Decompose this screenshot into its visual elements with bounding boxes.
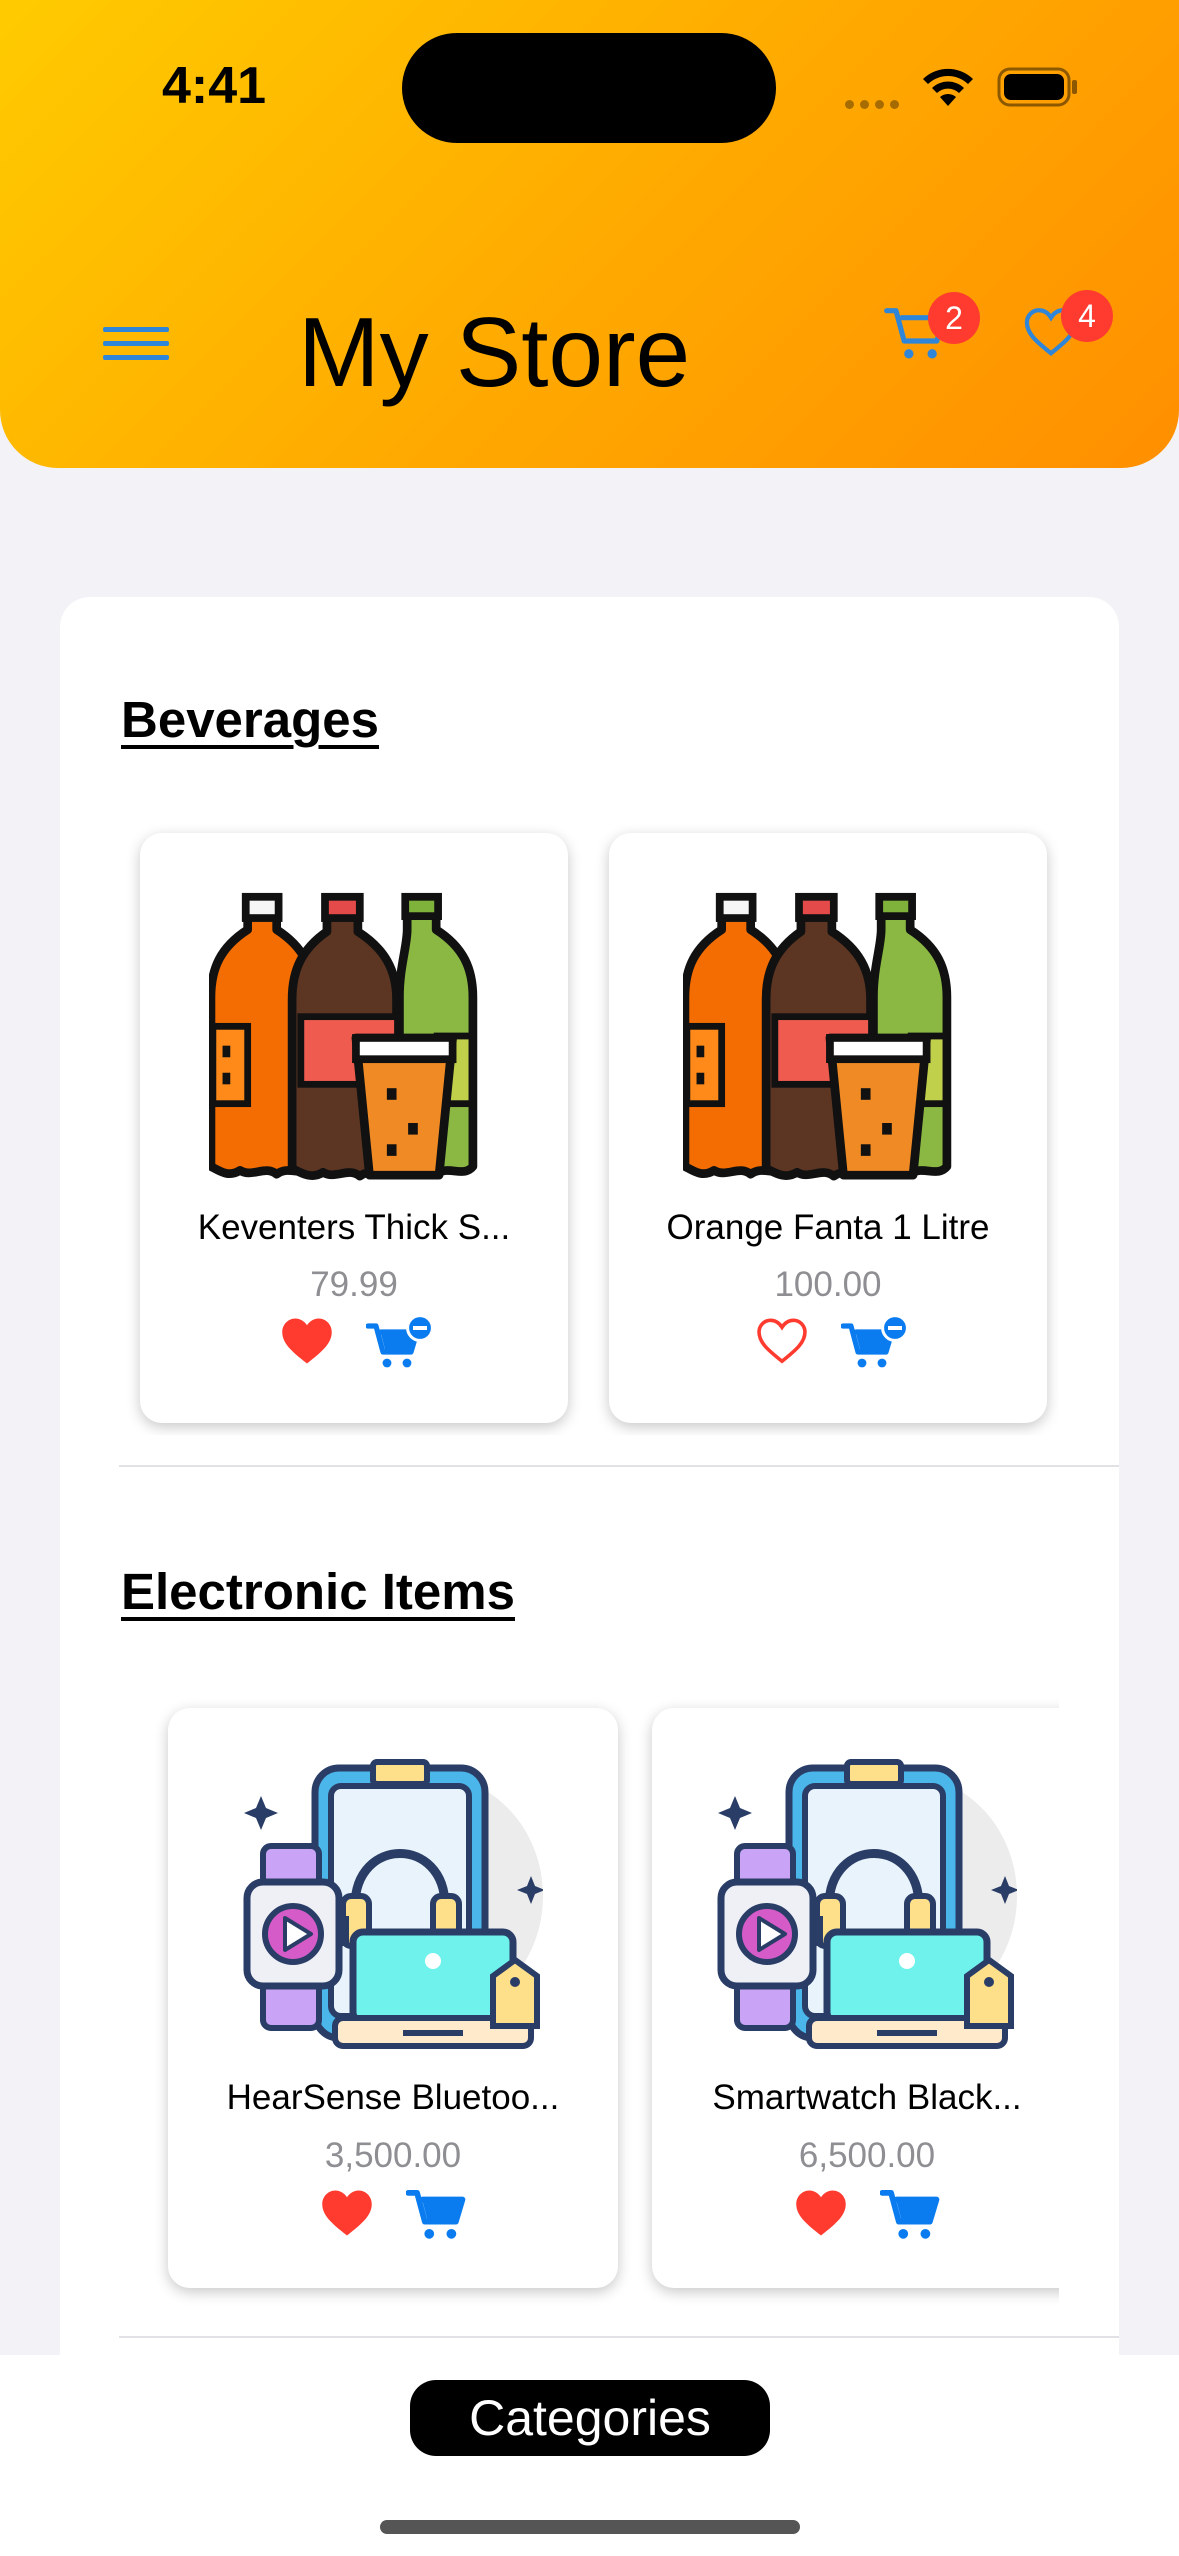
favorite-filled-icon[interactable]	[280, 1316, 334, 1366]
section-title-beverages[interactable]: Beverages	[121, 690, 379, 749]
home-indicator	[380, 2520, 800, 2534]
favorite-filled-icon[interactable]	[794, 2188, 848, 2238]
product-name: Keventers Thick S...	[197, 1208, 511, 1247]
product-name: Smartwatch Black...	[712, 2078, 1022, 2117]
product-price: 3,500.00	[324, 2136, 462, 2175]
beverages-image	[683, 891, 973, 1181]
status-time: 4:41	[162, 57, 267, 115]
product-name: Orange Fanta 1 Litre	[666, 1208, 990, 1247]
favorites-count-badge: 4	[1061, 290, 1113, 342]
remove-from-cart-icon[interactable]	[841, 1314, 909, 1370]
section-divider	[119, 1465, 1119, 1467]
product-price: 100.00	[774, 1265, 882, 1304]
dynamic-island	[402, 33, 776, 143]
favorite-outline-icon[interactable]	[755, 1316, 809, 1366]
battery-icon	[997, 67, 1077, 107]
cellular-signal-icon	[845, 96, 905, 114]
product-row-beverages[interactable]: Keventers Thick S... 79.99 Orange Fanta …	[121, 810, 1059, 1435]
cart-count-badge: 2	[928, 292, 980, 344]
categories-button[interactable]: Categories	[410, 2380, 770, 2456]
product-card[interactable]: Smartwatch Black... 6,500.00	[652, 1708, 1059, 2288]
product-price: 79.99	[310, 1265, 398, 1304]
product-row-electronics[interactable]: HearSense Bluetoo... 3,500.00 Smartwatch…	[121, 1690, 1059, 2330]
page-title: My Store	[298, 297, 691, 407]
section-title-electronic-items[interactable]: Electronic Items	[121, 1562, 515, 1621]
product-card[interactable]: Keventers Thick S... 79.99	[140, 833, 568, 1423]
add-to-cart-icon[interactable]	[880, 2188, 942, 2242]
electronics-image	[243, 1756, 543, 2056]
wifi-icon	[923, 68, 973, 106]
favorite-filled-icon[interactable]	[320, 2188, 374, 2238]
product-price: 6,500.00	[798, 2136, 936, 2175]
product-card[interactable]: Orange Fanta 1 Litre 100.00	[609, 833, 1047, 1423]
remove-from-cart-icon[interactable]	[366, 1314, 434, 1370]
beverages-image	[209, 891, 499, 1181]
electronics-image	[717, 1756, 1017, 2056]
menu-icon[interactable]	[103, 327, 171, 367]
section-divider	[119, 2336, 1119, 2338]
add-to-cart-icon[interactable]	[406, 2188, 468, 2242]
product-card[interactable]: HearSense Bluetoo... 3,500.00	[168, 1708, 618, 2288]
product-name: HearSense Bluetoo...	[226, 2078, 560, 2117]
